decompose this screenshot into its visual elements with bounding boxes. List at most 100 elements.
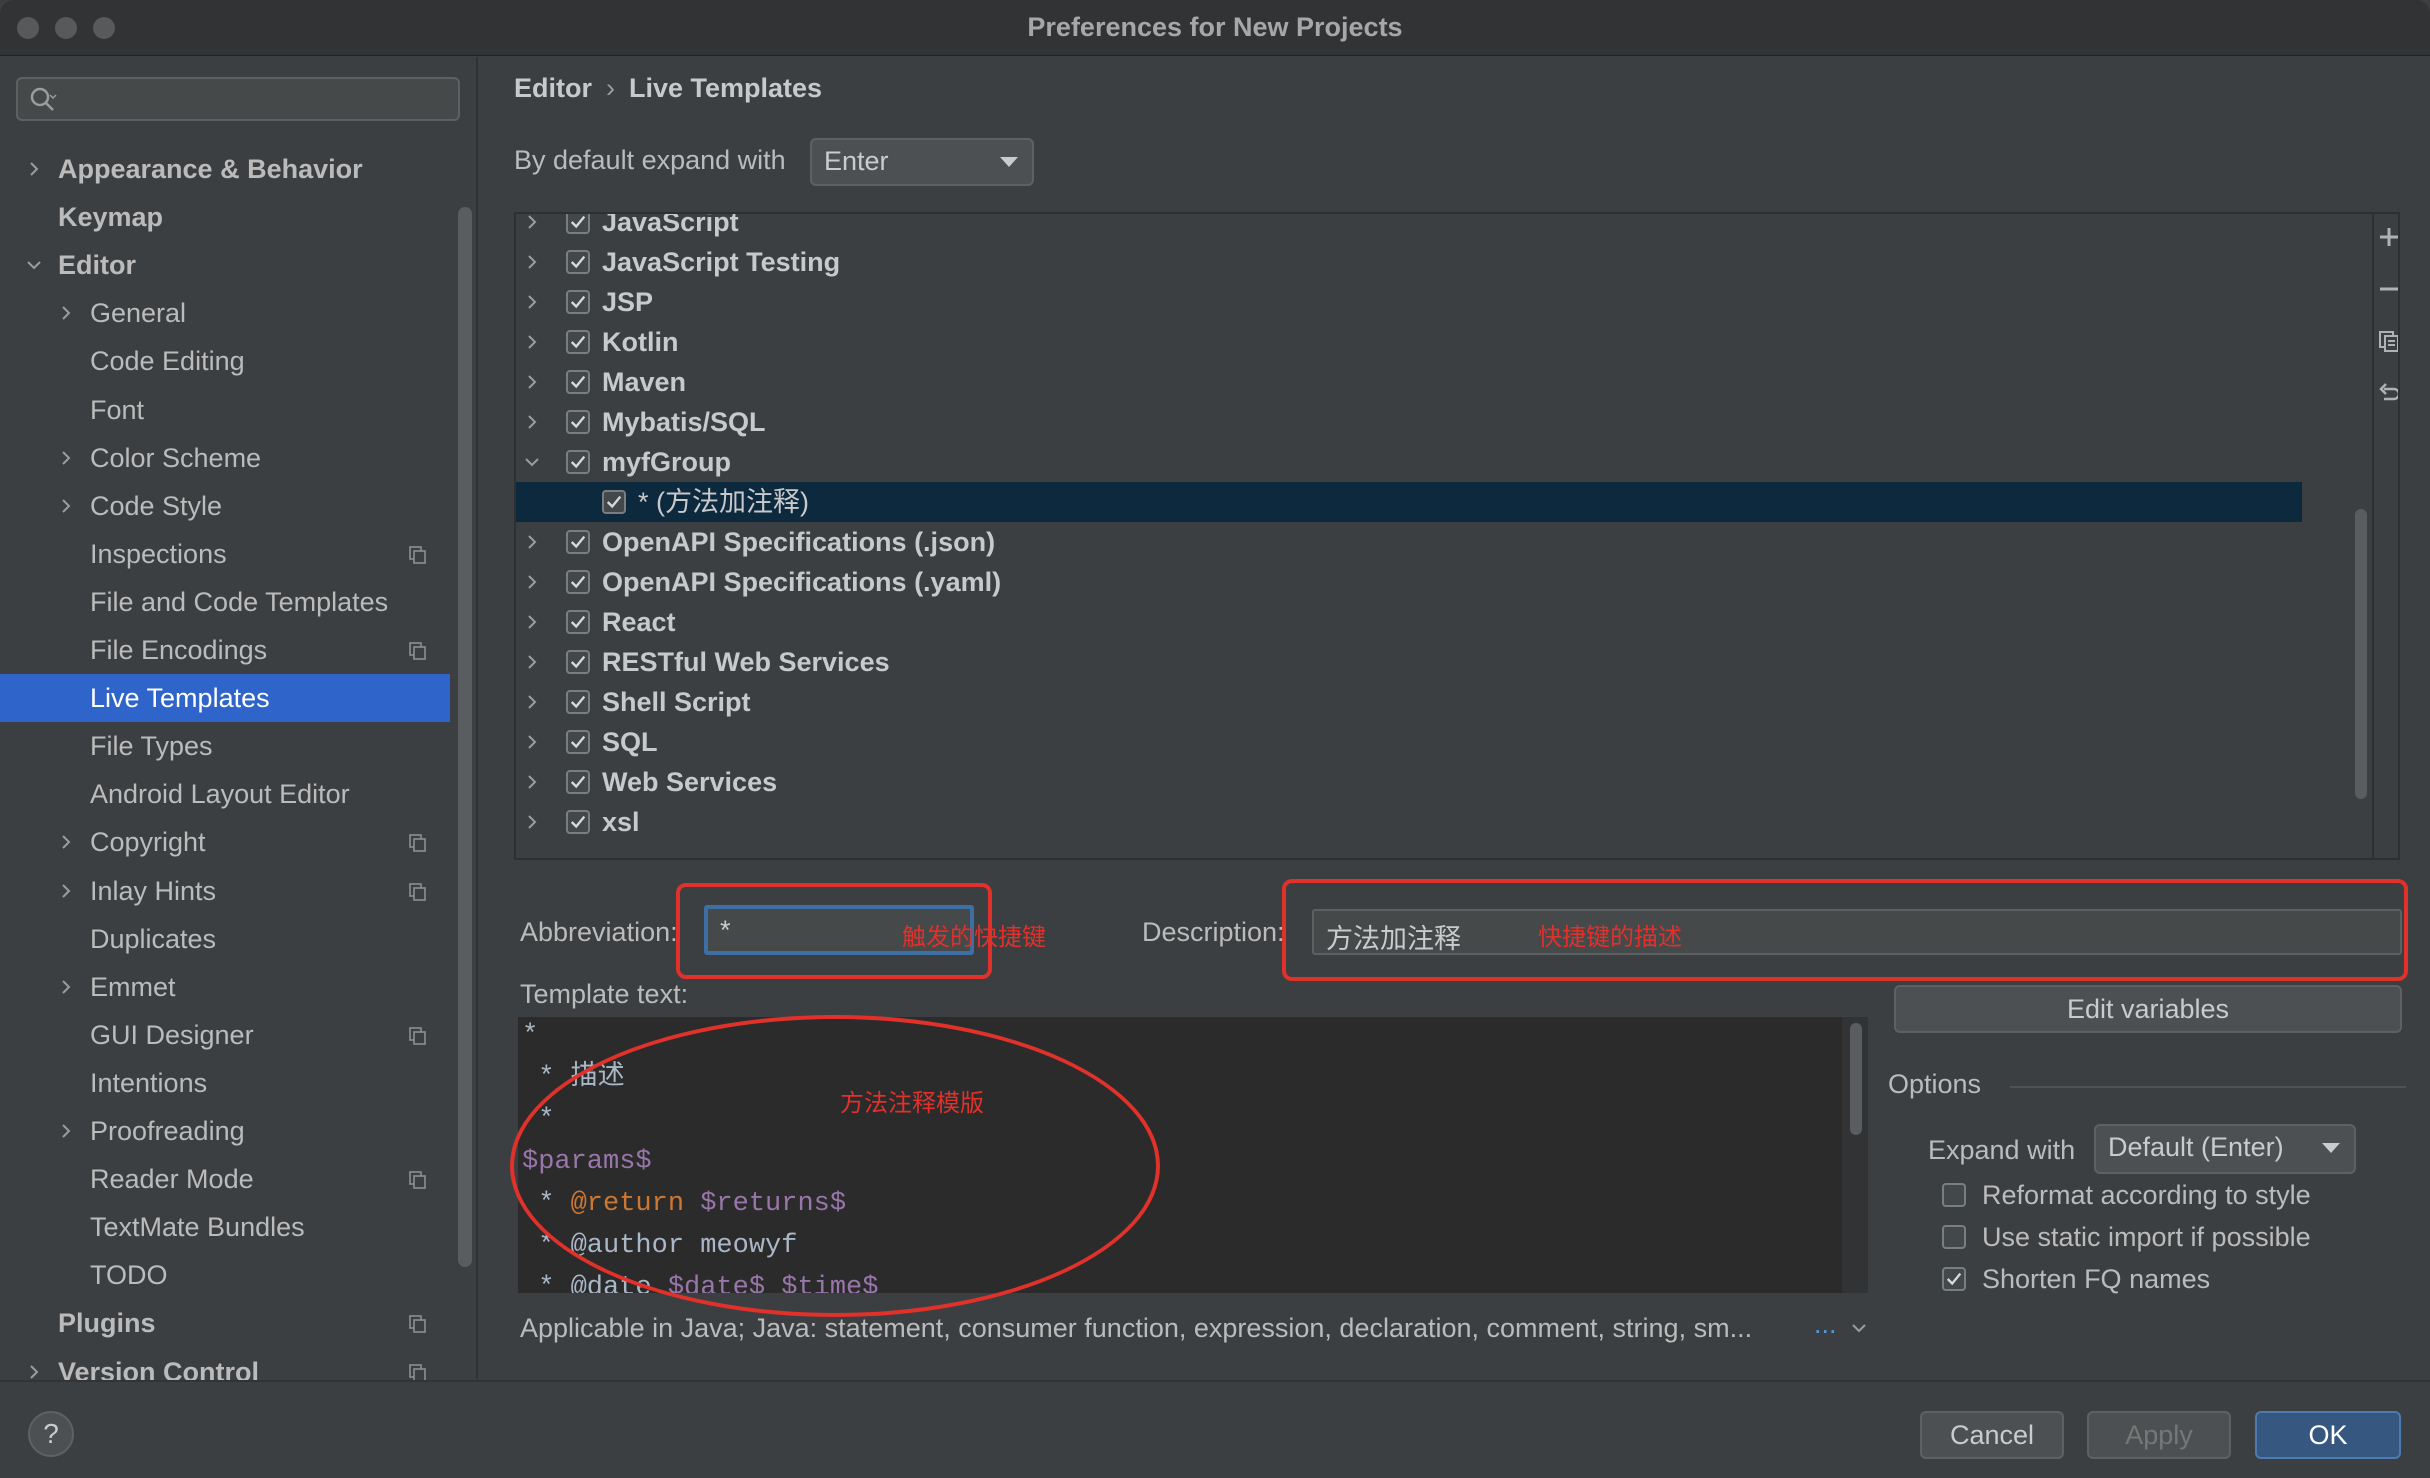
expander[interactable] bbox=[522, 642, 542, 682]
applicable-more-link[interactable]: ... bbox=[1814, 1309, 1837, 1340]
chevron-right-icon[interactable] bbox=[522, 812, 542, 832]
editor-scrollbar[interactable] bbox=[1850, 1023, 1862, 1135]
sidebar-item-copyright[interactable]: Copyright bbox=[0, 818, 450, 866]
expander[interactable] bbox=[24, 241, 44, 289]
enabled-checkbox[interactable] bbox=[566, 530, 590, 554]
sidebar-item-live-templates[interactable]: Live Templates bbox=[0, 674, 450, 723]
chevron-right-icon[interactable] bbox=[522, 412, 542, 432]
sidebar-item-inlay-hints[interactable]: Inlay Hints bbox=[0, 867, 450, 915]
expander[interactable] bbox=[522, 562, 542, 602]
chevron-right-icon[interactable] bbox=[522, 692, 542, 712]
enabled-checkbox[interactable] bbox=[566, 410, 590, 434]
settings-search[interactable] bbox=[16, 77, 460, 121]
chevron-down-icon[interactable] bbox=[24, 255, 44, 275]
sidebar-item-general[interactable]: General bbox=[0, 289, 450, 337]
chevron-right-icon[interactable] bbox=[522, 212, 542, 232]
sidebar-item-editor[interactable]: Editor bbox=[0, 241, 450, 289]
enabled-checkbox[interactable] bbox=[566, 690, 590, 714]
expander[interactable] bbox=[24, 145, 44, 193]
enabled-checkbox[interactable] bbox=[566, 610, 590, 634]
enabled-checkbox[interactable] bbox=[566, 250, 590, 274]
template-group-kotlin[interactable]: Kotlin bbox=[516, 322, 2316, 362]
expander[interactable] bbox=[522, 442, 542, 482]
sidebar-item-reader-mode[interactable]: Reader Mode bbox=[0, 1155, 450, 1203]
template-group-web-services[interactable]: Web Services bbox=[516, 762, 2316, 802]
enabled-checkbox[interactable] bbox=[566, 290, 590, 314]
chevron-right-icon[interactable] bbox=[522, 532, 542, 552]
sidebar-item-duplicates[interactable]: Duplicates bbox=[0, 915, 450, 963]
expander[interactable] bbox=[56, 818, 76, 866]
chevron-right-icon[interactable] bbox=[522, 732, 542, 752]
sidebar-item-gui-designer[interactable]: GUI Designer bbox=[0, 1011, 450, 1059]
expander[interactable] bbox=[522, 282, 542, 322]
default-expand-select[interactable]: Enter bbox=[810, 138, 1034, 186]
search-input[interactable] bbox=[64, 83, 444, 115]
copy-icon[interactable] bbox=[2376, 328, 2400, 354]
sidebar-item-emmet[interactable]: Emmet bbox=[0, 963, 450, 1011]
expander[interactable] bbox=[56, 434, 76, 482]
chevron-down-icon[interactable] bbox=[1850, 1319, 1868, 1337]
enabled-checkbox[interactable] bbox=[566, 650, 590, 674]
sidebar-item-plugins[interactable]: Plugins bbox=[0, 1299, 450, 1347]
templates-scrollbar[interactable] bbox=[2355, 509, 2367, 799]
sidebar-item-android-layout-editor[interactable]: Android Layout Editor bbox=[0, 770, 450, 818]
expander[interactable] bbox=[522, 322, 542, 362]
chevron-right-icon[interactable] bbox=[24, 159, 44, 179]
expander[interactable] bbox=[522, 602, 542, 642]
expander[interactable] bbox=[522, 802, 542, 842]
edit-variables-button[interactable]: Edit variables bbox=[1894, 985, 2402, 1033]
help-button[interactable]: ? bbox=[28, 1411, 74, 1457]
sidebar-item-proofreading[interactable]: Proofreading bbox=[0, 1107, 450, 1155]
sidebar-item-textmate-bundles[interactable]: TextMate Bundles bbox=[0, 1203, 450, 1251]
add-icon[interactable] bbox=[2376, 224, 2400, 250]
sidebar-item-file-encodings[interactable]: File Encodings bbox=[0, 626, 450, 674]
expander[interactable] bbox=[522, 722, 542, 762]
restore-icon[interactable] bbox=[2376, 380, 2400, 406]
template-group-mybatis-sql[interactable]: Mybatis/SQL bbox=[516, 402, 2316, 442]
template-group-openapi-specifications-json[interactable]: OpenAPI Specifications (.json) bbox=[516, 522, 2316, 562]
option-checkbox[interactable] bbox=[1942, 1225, 1966, 1249]
template-group-myfgroup[interactable]: myfGroup bbox=[516, 442, 2316, 482]
template-group-xsl[interactable]: xsl bbox=[516, 802, 2316, 842]
chevron-right-icon[interactable] bbox=[522, 372, 542, 392]
expander[interactable] bbox=[522, 402, 542, 442]
enabled-checkbox[interactable] bbox=[566, 214, 590, 234]
expander[interactable] bbox=[56, 289, 76, 337]
sidebar-item-file-and-code-templates[interactable]: File and Code Templates bbox=[0, 578, 450, 626]
sidebar-item-intentions[interactable]: Intentions bbox=[0, 1059, 450, 1107]
ok-button[interactable]: OK bbox=[2255, 1411, 2401, 1459]
enabled-checkbox[interactable] bbox=[566, 450, 590, 474]
expander[interactable] bbox=[522, 682, 542, 722]
sidebar-item-appearance-behavior[interactable]: Appearance & Behavior bbox=[0, 145, 450, 193]
apply-button[interactable]: Apply bbox=[2087, 1411, 2231, 1459]
expander[interactable] bbox=[522, 522, 542, 562]
template-group-javascript[interactable]: JavaScript bbox=[516, 212, 2316, 242]
expander[interactable] bbox=[522, 242, 542, 282]
enabled-checkbox[interactable] bbox=[566, 370, 590, 394]
breadcrumb-parent[interactable]: Editor bbox=[514, 73, 592, 103]
chevron-right-icon[interactable] bbox=[24, 1362, 44, 1382]
sidebar-item-file-types[interactable]: File Types bbox=[0, 722, 450, 770]
enabled-checkbox[interactable] bbox=[566, 730, 590, 754]
sidebar-item-code-style[interactable]: Code Style bbox=[0, 482, 450, 530]
expander[interactable] bbox=[56, 1107, 76, 1155]
chevron-right-icon[interactable] bbox=[522, 612, 542, 632]
option-checkbox[interactable] bbox=[1942, 1183, 1966, 1207]
template-group-sql[interactable]: SQL bbox=[516, 722, 2316, 762]
expander[interactable] bbox=[56, 963, 76, 1011]
chevron-right-icon[interactable] bbox=[522, 572, 542, 592]
template-group-openapi-specifications-yaml[interactable]: OpenAPI Specifications (.yaml) bbox=[516, 562, 2316, 602]
sidebar-item-keymap[interactable]: Keymap bbox=[0, 193, 450, 241]
enabled-checkbox[interactable] bbox=[566, 330, 590, 354]
template-group-javascript-testing[interactable]: JavaScript Testing bbox=[516, 242, 2316, 282]
template-group-jsp[interactable]: JSP bbox=[516, 282, 2316, 322]
enabled-checkbox[interactable] bbox=[566, 810, 590, 834]
chevron-right-icon[interactable] bbox=[56, 303, 76, 323]
enabled-checkbox[interactable] bbox=[566, 770, 590, 794]
chevron-right-icon[interactable] bbox=[56, 881, 76, 901]
template-group-react[interactable]: React bbox=[516, 602, 2316, 642]
cancel-button[interactable]: Cancel bbox=[1920, 1411, 2064, 1459]
chevron-right-icon[interactable] bbox=[56, 496, 76, 516]
enabled-checkbox[interactable] bbox=[602, 490, 626, 514]
sidebar-item-color-scheme[interactable]: Color Scheme bbox=[0, 434, 450, 482]
